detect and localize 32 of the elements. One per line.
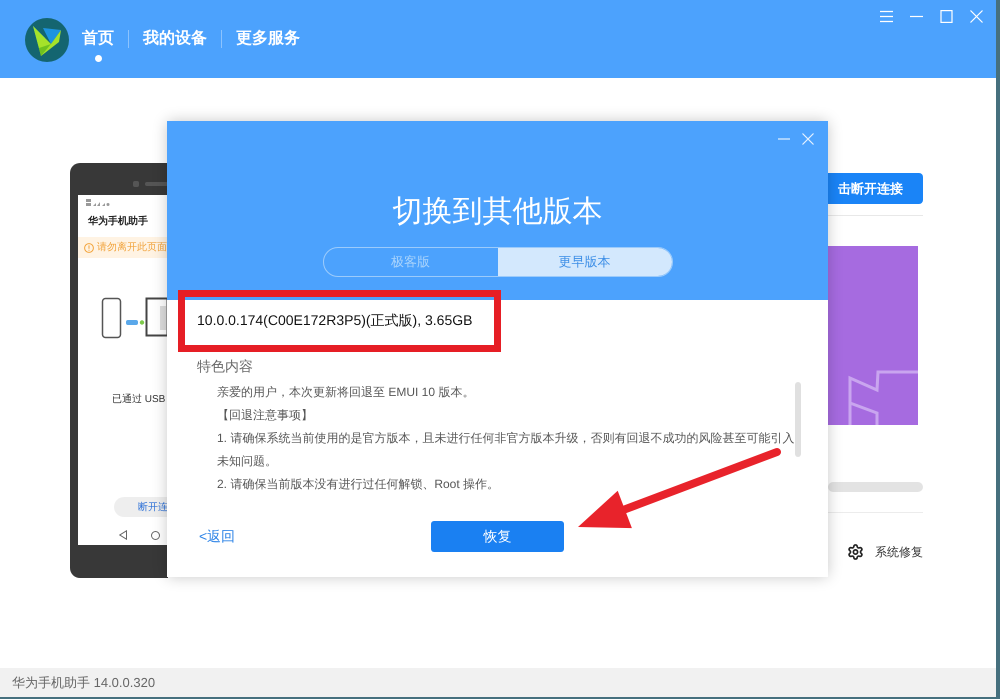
close-icon[interactable] (802, 133, 814, 145)
warning-text: 请勿离开此页面 (97, 242, 167, 254)
warning-icon (84, 242, 94, 252)
gear-icon[interactable] (847, 543, 864, 561)
system-repair-label[interactable]: 系统修复 (875, 544, 923, 560)
logo-icon (25, 18, 69, 62)
dialog-title: 切换到其他版本 (392, 196, 602, 228)
nav-tab[interactable]: 我的设备 (143, 29, 207, 61)
version-text: 10.0.0.174(C00E172R3P5)(正式版), 3.65GB (197, 311, 474, 330)
usb-connection-drawing (100, 296, 168, 340)
earpiece-drawing (133, 181, 168, 187)
nav-tab[interactable]: 首页 (82, 29, 114, 61)
scrollbar-thumb[interactable] (795, 382, 801, 457)
disconnect-button[interactable]: 断开连 (114, 497, 168, 517)
nav-tab[interactable]: 更多服务 (236, 29, 300, 61)
restore-button[interactable]: 恢复 (431, 521, 564, 552)
phone-status-drawing (86, 199, 110, 207)
section-title: 特色内容 (197, 357, 254, 376)
app-version-text: 华为手机助手 14.0.0.320 (12, 674, 156, 692)
home-icon[interactable] (151, 530, 160, 540)
maximize-icon[interactable] (940, 10, 953, 23)
note-text: 2. 请确保当前版本没有进行过任何解锁、Root 操作。 (217, 476, 500, 493)
note-text: 【回退注意事项】 (217, 407, 314, 424)
connection-status-text: 已通过 USB (112, 393, 166, 407)
back-icon[interactable] (119, 530, 127, 540)
back-link[interactable]: <返回 (199, 526, 431, 547)
note-text: 1. 请确保系统当前使用的是官方版本，且未进行任何非官方版本升级，否则有回退不成功的风险甚至可能引入未知问题。 (217, 430, 795, 470)
disconnect-button[interactable]: 击断开连接 (828, 173, 923, 204)
phone-app-title: 华为手机助手 (88, 215, 149, 229)
note-text: 亲爱的用户，本次更新将回退至 EMUI 10 版本。 (217, 384, 476, 401)
menu-icon[interactable] (880, 10, 893, 23)
version-tab[interactable]: 更早版本 (498, 248, 672, 276)
